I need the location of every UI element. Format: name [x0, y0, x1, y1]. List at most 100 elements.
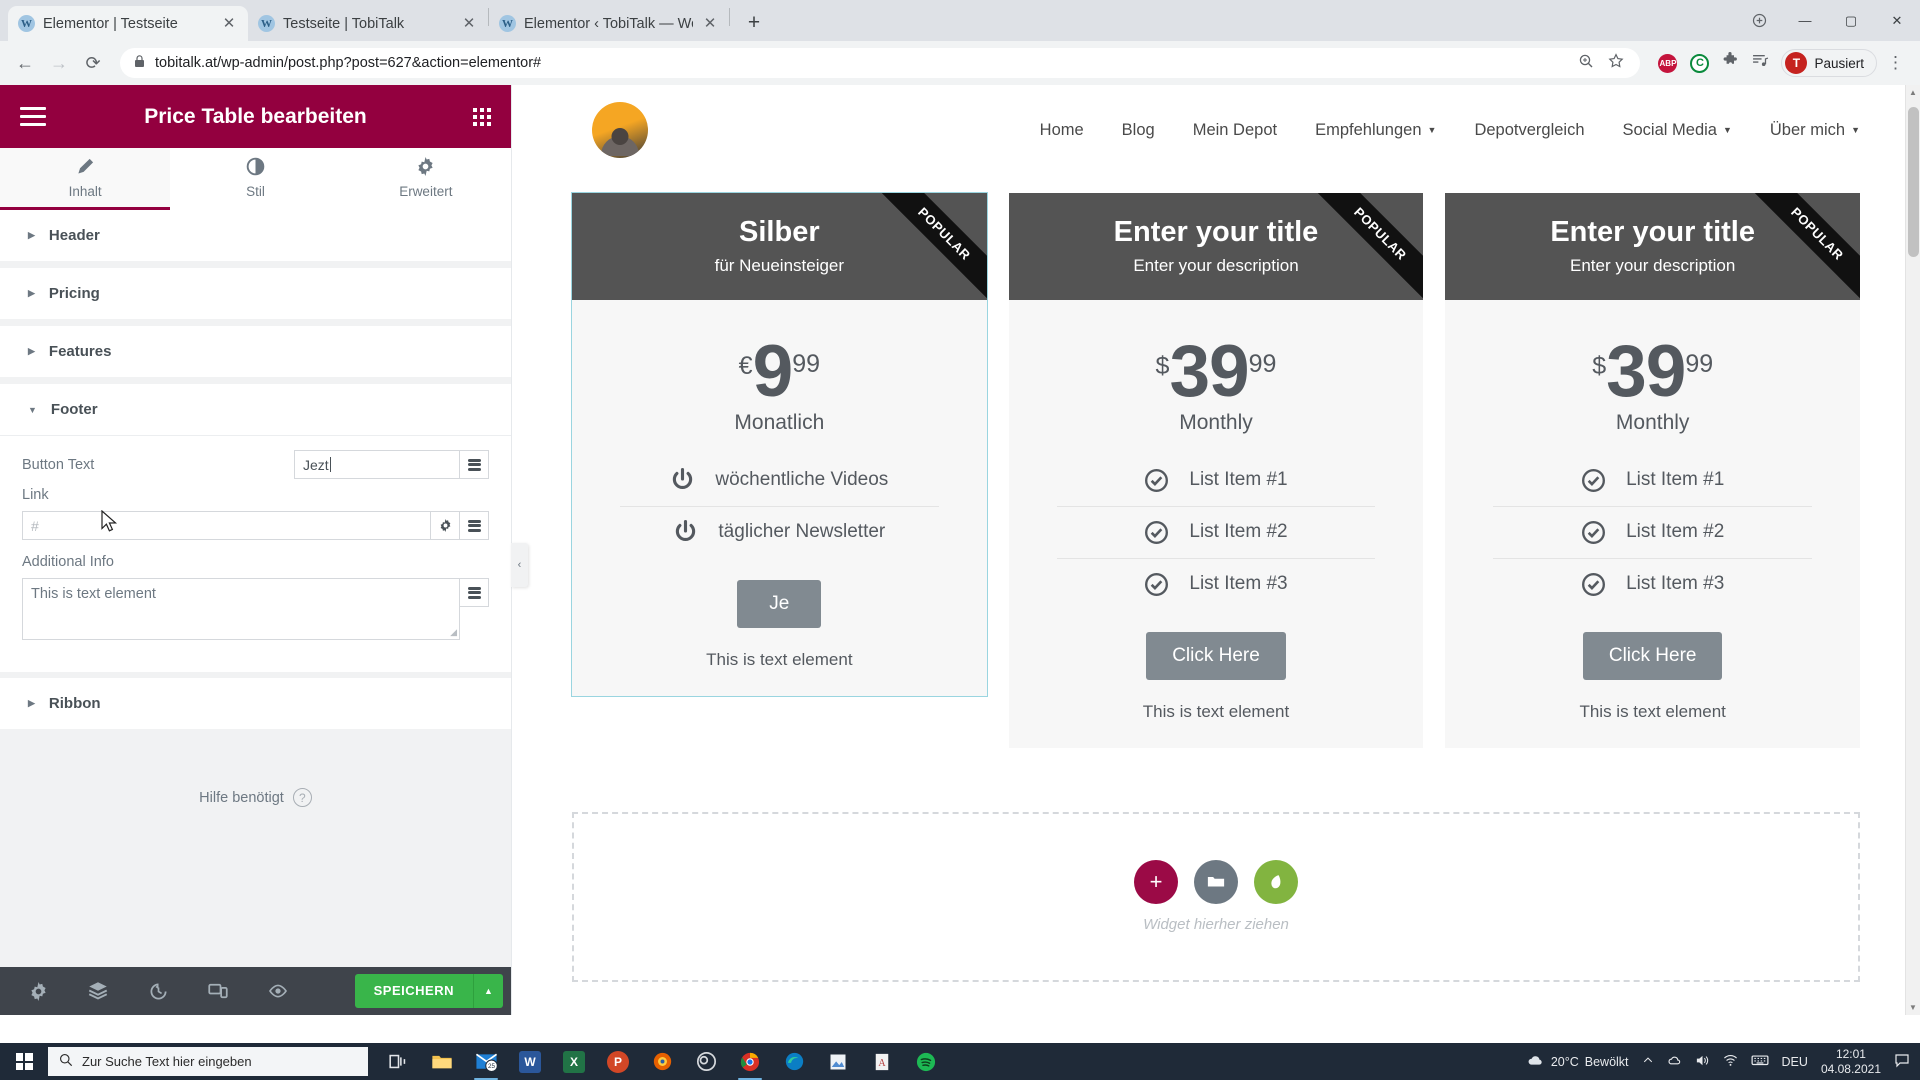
reading-list-icon[interactable] — [1752, 52, 1769, 74]
photos-icon[interactable] — [818, 1043, 858, 1080]
check-circle-icon — [1581, 572, 1606, 597]
preview-scrollbar[interactable]: ▲ ▼ — [1905, 85, 1920, 1015]
adblock-plus-icon[interactable]: ABP — [1658, 53, 1678, 73]
profile-button[interactable]: T Pausiert — [1781, 49, 1877, 77]
firefox-icon[interactable] — [642, 1043, 682, 1080]
section-footer[interactable]: ▼ Footer — [0, 384, 511, 436]
network-icon[interactable] — [1723, 1053, 1738, 1071]
tab-stil[interactable]: Stil — [170, 148, 341, 210]
powerpoint-icon[interactable]: P — [598, 1043, 638, 1080]
minimize-button[interactable]: — — [1782, 0, 1828, 41]
add-new-section-area[interactable]: + Widget hierher ziehen — [572, 811, 1860, 982]
section-header[interactable]: ▶ Header — [0, 210, 511, 262]
notification-icon[interactable] — [1894, 1052, 1910, 1071]
add-template-folder-icon[interactable] — [1194, 860, 1238, 905]
obs-icon[interactable] — [686, 1043, 726, 1080]
scroll-down-icon[interactable]: ▼ — [1906, 1000, 1920, 1015]
weather-widget[interactable]: 20°C Bewölkt — [1526, 1051, 1629, 1073]
word-icon[interactable]: W — [510, 1043, 550, 1080]
card-cta-button[interactable]: Je — [737, 579, 822, 628]
nav-item-mein-depot[interactable]: Mein Depot — [1193, 121, 1277, 140]
dynamic-tags-icon[interactable] — [460, 450, 489, 479]
zoom-icon[interactable] — [1578, 53, 1594, 74]
extensions-puzzle-icon[interactable] — [1722, 52, 1739, 74]
language-indicator[interactable]: DEU — [1782, 1055, 1808, 1069]
dynamic-tags-icon[interactable] — [460, 511, 489, 540]
nav-item-blog[interactable]: Blog — [1122, 121, 1155, 140]
save-button-group[interactable]: SPEICHERN ▲ — [354, 974, 503, 1008]
maximize-button[interactable]: ▢ — [1828, 0, 1874, 41]
navigator-layers-icon[interactable] — [68, 967, 128, 1015]
resize-handle-icon[interactable]: ◢ — [450, 627, 457, 638]
nav-item-empfehlungen[interactable]: Empfehlungen ▼ — [1315, 121, 1436, 140]
responsive-mode-icon[interactable] — [188, 967, 248, 1015]
panel-collapse-handle[interactable]: ‹ — [511, 543, 528, 587]
pricing-card-3[interactable]: Enter your title Enter your description … — [1445, 193, 1861, 748]
help-link[interactable]: Hilfe benötigt ? — [199, 788, 312, 807]
tab-erweitert[interactable]: Erweitert — [340, 148, 511, 210]
section-features[interactable]: ▶ Features — [0, 326, 511, 378]
new-tab-button[interactable]: + — [740, 9, 768, 37]
link-options-gear-icon[interactable] — [431, 511, 460, 540]
volume-icon[interactable] — [1695, 1053, 1710, 1071]
section-ribbon[interactable]: ▶ Ribbon — [0, 678, 511, 730]
close-icon[interactable]: ✕ — [460, 15, 478, 33]
forward-icon[interactable]: → — [44, 48, 74, 78]
acrobat-icon[interactable]: A — [862, 1043, 902, 1080]
save-button[interactable]: SPEICHERN — [355, 974, 473, 1008]
chevron-up-icon[interactable] — [1642, 1054, 1654, 1069]
preview-eye-icon[interactable] — [248, 967, 308, 1015]
nav-item-home[interactable]: Home — [1040, 121, 1084, 140]
scrollbar-thumb[interactable] — [1908, 107, 1919, 257]
spotify-icon[interactable] — [906, 1043, 946, 1080]
question-mark-icon[interactable]: ? — [292, 788, 312, 807]
dynamic-tags-icon[interactable] — [460, 578, 489, 607]
hamburger-menu-icon[interactable] — [20, 107, 46, 126]
settings-gear-icon[interactable] — [8, 967, 68, 1015]
onedrive-icon[interactable] — [1667, 1053, 1682, 1071]
close-icon[interactable]: ✕ — [701, 15, 719, 33]
nav-item-social-media[interactable]: Social Media ▼ — [1623, 121, 1732, 140]
task-view-icon[interactable] — [378, 1043, 418, 1080]
add-new-section-icon[interactable]: + — [1134, 860, 1178, 905]
nav-item-ueber-mich[interactable]: Über mich ▼ — [1770, 121, 1860, 140]
save-options-caret-icon[interactable]: ▲ — [473, 974, 503, 1008]
ghostery-icon[interactable]: C — [1690, 53, 1710, 73]
additional-info-textarea[interactable]: This is text element ◢ — [22, 578, 460, 640]
add-envato-kit-icon[interactable] — [1254, 860, 1298, 905]
scroll-up-icon[interactable]: ▲ — [1906, 85, 1920, 100]
reload-icon[interactable]: ⟳ — [78, 48, 108, 78]
browser-tab-1[interactable]: W Testseite | TobiTalk ✕ — [248, 6, 488, 41]
back-icon[interactable]: ← — [10, 48, 40, 78]
card-cta-button[interactable]: Click Here — [1146, 631, 1286, 680]
browser-tab-2[interactable]: W Elementor ‹ TobiTalk — WordPre: ✕ — [489, 6, 729, 41]
close-icon[interactable]: ✕ — [220, 15, 238, 33]
section-pricing[interactable]: ▶ Pricing — [0, 268, 511, 320]
card-title: Enter your title — [1550, 216, 1755, 248]
taskbar-search-input[interactable]: Zur Suche Text hier eingeben — [48, 1047, 368, 1076]
browser-tab-0[interactable]: W Elementor | Testseite ✕ — [8, 6, 248, 41]
link-input[interactable]: # — [22, 511, 431, 540]
pricing-card-1[interactable]: Silber für Neueinsteiger POPULAR € 9 99 … — [571, 192, 988, 697]
button-text-input[interactable]: Jezt — [294, 450, 460, 479]
site-logo-avatar[interactable] — [592, 102, 648, 158]
close-window-button[interactable]: ✕ — [1874, 0, 1920, 41]
chrome-icon[interactable] — [730, 1043, 770, 1080]
address-bar[interactable]: tobitalk.at/wp-admin/post.php?post=627&a… — [120, 48, 1641, 78]
clock[interactable]: 12:01 04.08.2021 — [1821, 1047, 1881, 1077]
windows-logo-icon[interactable] — [0, 1043, 48, 1080]
edge-icon[interactable] — [774, 1043, 814, 1080]
file-explorer-icon[interactable] — [422, 1043, 462, 1080]
mail-icon[interactable]: 25 — [466, 1043, 506, 1080]
widgets-grid-icon[interactable] — [473, 107, 491, 126]
card-cta-button[interactable]: Click Here — [1582, 631, 1723, 680]
chrome-menu-icon[interactable]: ⋮ — [1881, 53, 1910, 73]
nav-item-depotvergleich[interactable]: Depotvergleich — [1474, 121, 1584, 140]
tab-inhalt[interactable]: Inhalt — [0, 148, 171, 210]
bookmark-star-icon[interactable] — [1608, 52, 1624, 74]
pricing-card-2[interactable]: Enter your title Enter your description … — [1008, 193, 1424, 748]
extension-badge-icon[interactable] — [1736, 0, 1782, 41]
excel-icon[interactable]: X — [554, 1043, 594, 1080]
history-revisions-icon[interactable] — [128, 967, 188, 1015]
keyboard-icon[interactable] — [1751, 1051, 1769, 1072]
